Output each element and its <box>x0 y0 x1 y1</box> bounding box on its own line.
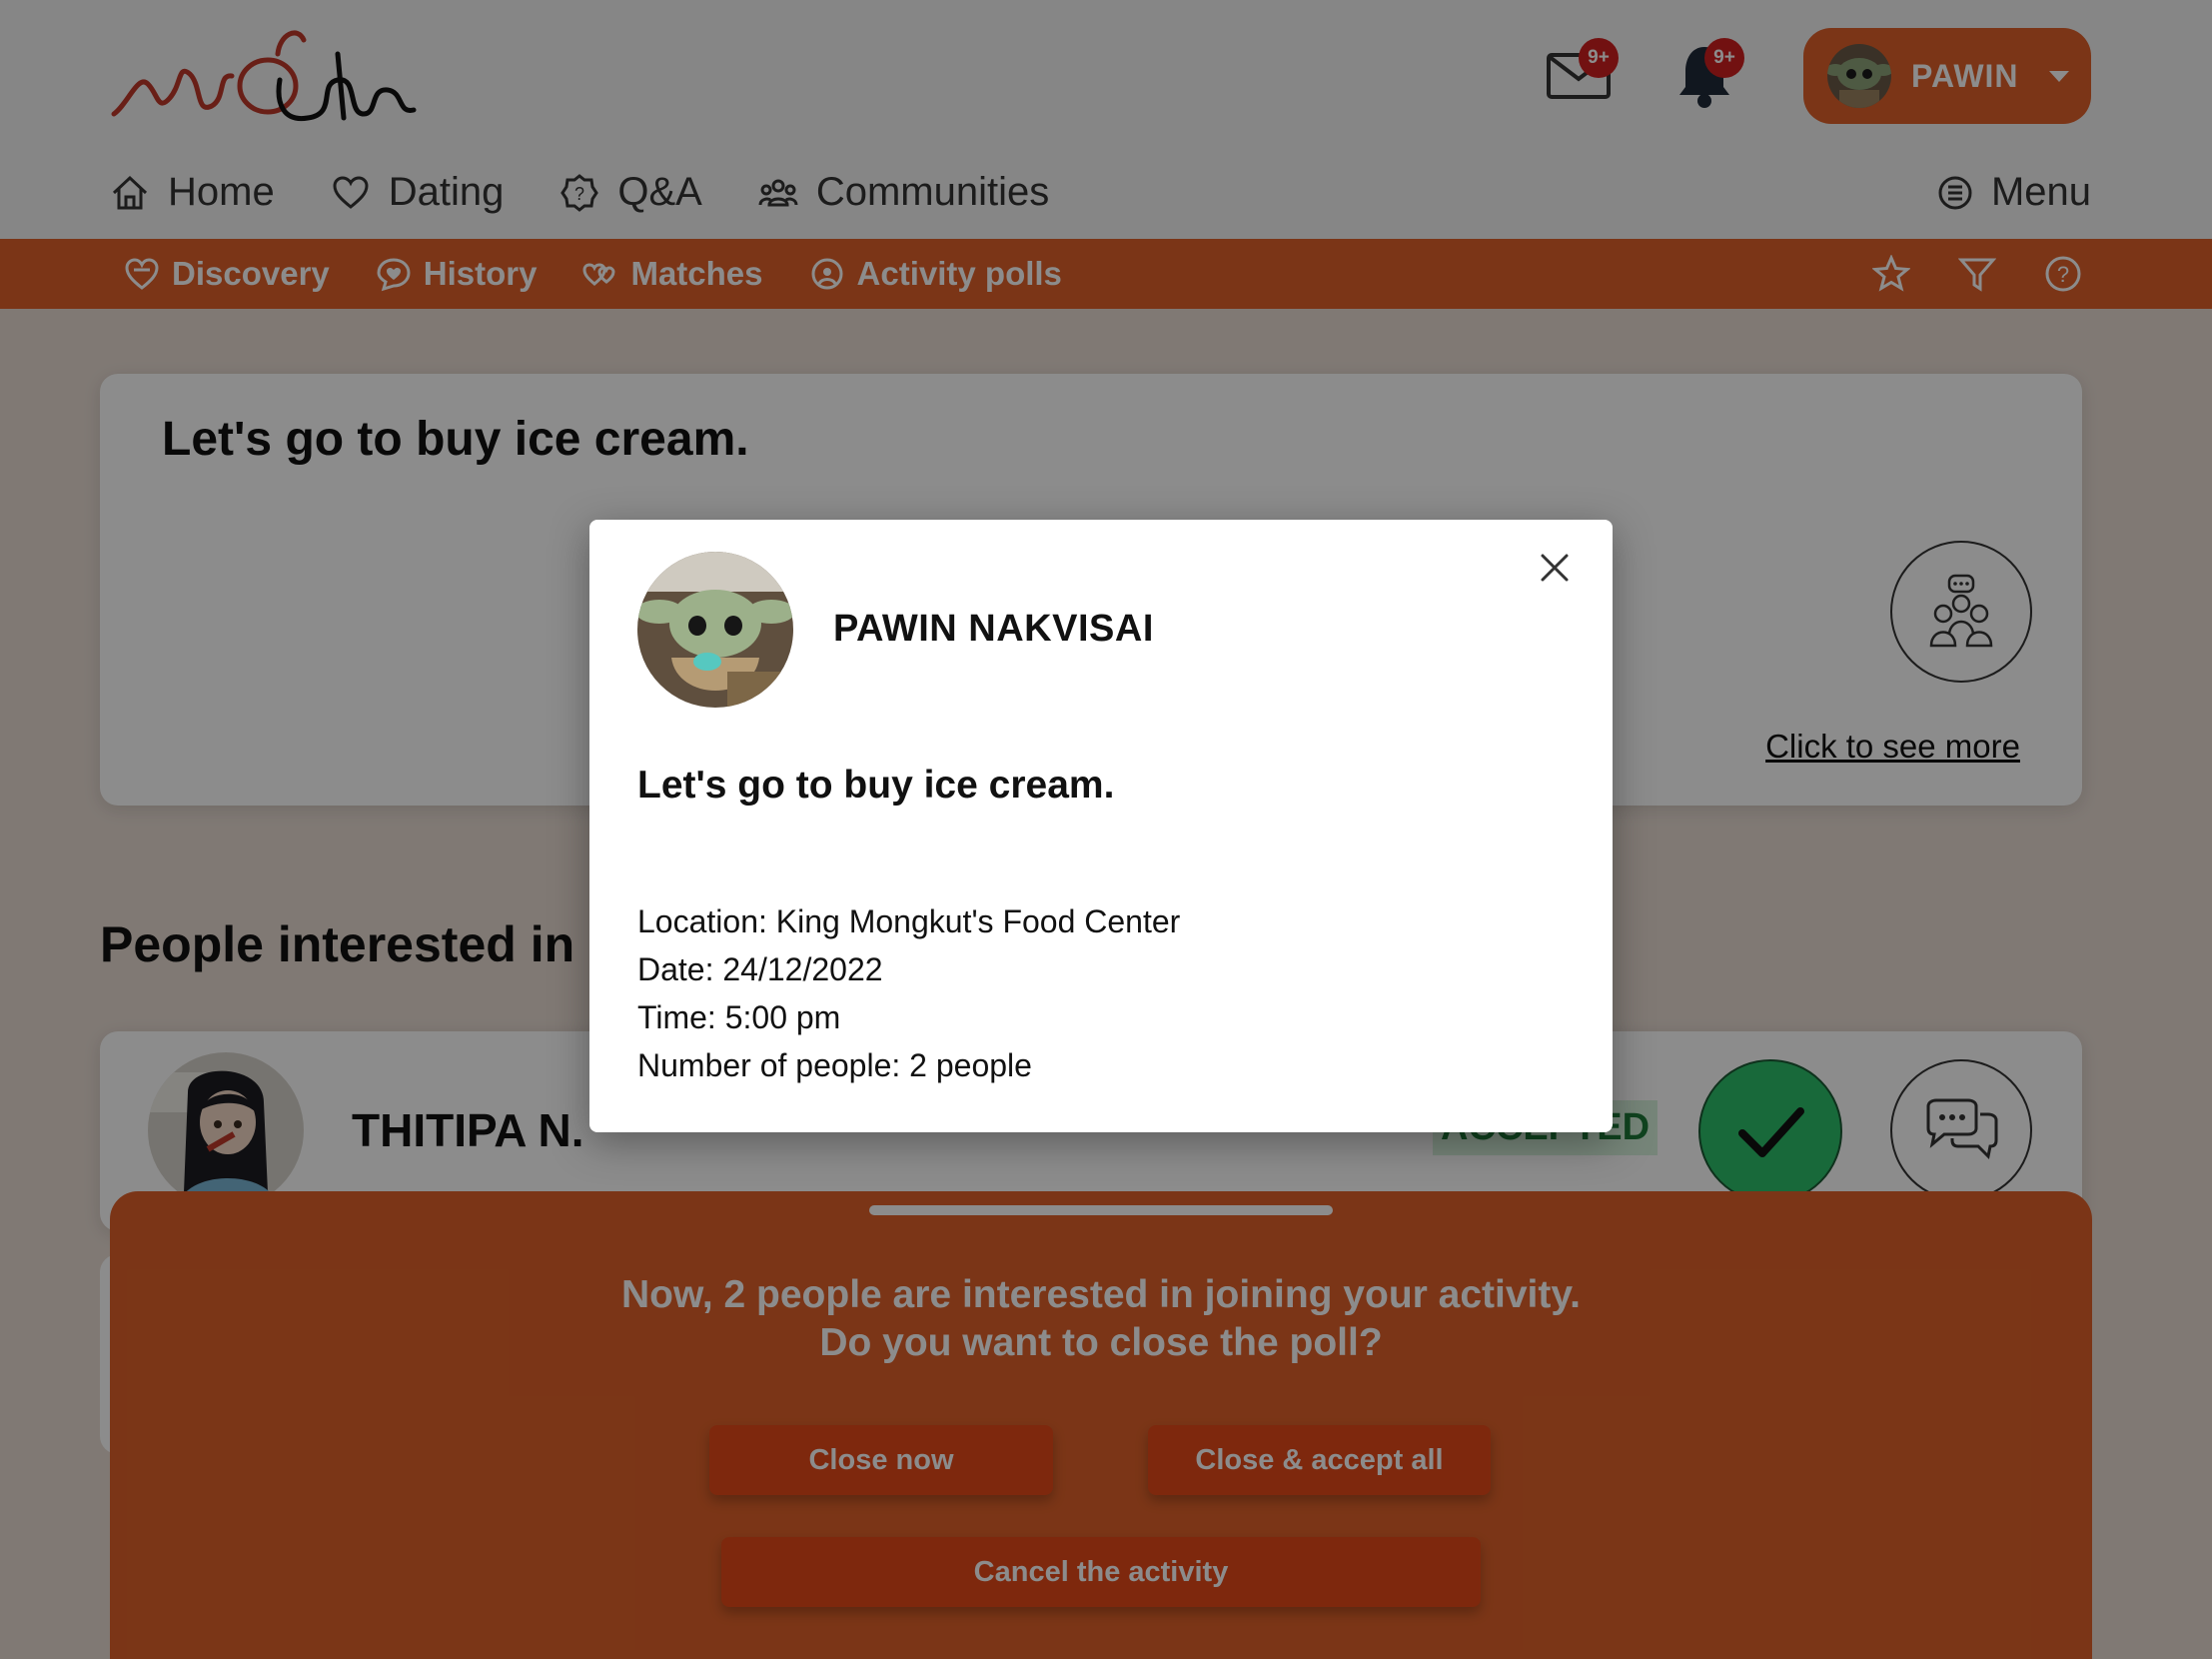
close-icon[interactable] <box>1537 550 1573 586</box>
poll-people-count: Number of people: 2 people <box>637 1047 1032 1083</box>
modal-poll-title: Let's go to buy ice cream. <box>637 764 1115 807</box>
poll-date: Date: 24/12/2022 <box>637 951 883 987</box>
poll-detail-modal: PAWIN NAKVISAI Let's go to buy ice cream… <box>589 520 1613 1132</box>
poll-time: Time: 5:00 pm <box>637 999 841 1035</box>
poll-location: Location: King Mongkut's Food Center <box>637 903 1181 939</box>
poll-details: Location: King Mongkut's Food Center Dat… <box>637 897 1180 1089</box>
owner-avatar <box>637 552 793 708</box>
owner-name: PAWIN NAKVISAI <box>833 608 1154 650</box>
